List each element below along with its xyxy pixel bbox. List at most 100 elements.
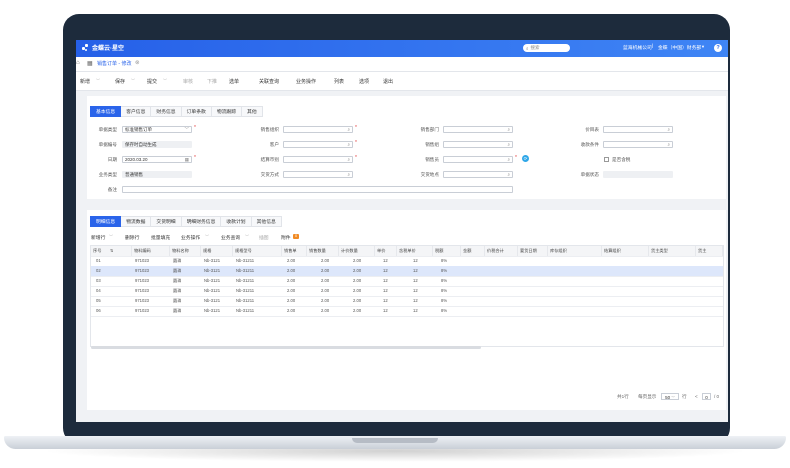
table-cell[interactable]: 8% (441, 286, 447, 296)
table-cell[interactable]: 8% (441, 306, 447, 316)
chevron-down-icon[interactable]: ▼ (701, 44, 705, 49)
col-owner-type[interactable]: 货主类型 (649, 246, 696, 256)
col-sale-unit[interactable]: 销售单 (282, 246, 307, 256)
add-row-button[interactable]: 新增行 (91, 234, 105, 241)
page-number-input[interactable]: 0 (702, 393, 711, 400)
table-cell[interactable]: 2.00 (287, 296, 295, 306)
col-material-code[interactable]: 物料编码 (132, 246, 170, 256)
close-icon[interactable]: ⊗ (135, 60, 140, 66)
table-cell[interactable]: 971023 (135, 296, 149, 306)
table-cell[interactable]: Nb-31211 (236, 296, 254, 306)
col-price-qty[interactable]: 计价数量 (339, 246, 375, 256)
remark-field[interactable] (122, 186, 513, 193)
toolbar-select-button[interactable]: 选单 (229, 78, 239, 85)
prev-page-icon[interactable]: < (695, 394, 698, 399)
col-material-name[interactable]: 物料名称 (170, 246, 201, 256)
table-cell[interactable]: 06 (96, 306, 101, 316)
delivery-place-field[interactable]: ⌕ (443, 171, 513, 178)
table-cell[interactable]: 12 (383, 256, 388, 266)
table-cell[interactable]: 2.00 (287, 266, 295, 276)
col-spec[interactable]: 规格 (201, 246, 233, 256)
chevron-down-icon[interactable]: ﹀ (245, 234, 249, 240)
price-list-field[interactable]: ⌕ (603, 126, 673, 133)
table-cell[interactable]: 12 (383, 286, 388, 296)
table-cell[interactable]: 2.00 (287, 286, 295, 296)
table-cell[interactable]: 2.00 (353, 276, 361, 286)
tab-collect-plan[interactable]: 收款计划 (221, 216, 252, 227)
table-cell[interactable]: 12 (383, 266, 388, 276)
tax-incl-checkbox[interactable] (604, 157, 609, 162)
toolbar-related-query-button[interactable]: 关联查询 (259, 78, 279, 85)
grid-menu-icon[interactable]: ▦ (87, 60, 93, 67)
table-cell[interactable]: 2.00 (353, 266, 361, 276)
toolbar-save-button[interactable]: 保存 (115, 78, 125, 85)
table-cell[interactable]: 2.00 (321, 256, 329, 266)
tab-logistics-data[interactable]: 物流数据 (121, 216, 152, 227)
batch-fill-button[interactable]: 批量填充 (151, 234, 170, 241)
salesman-field[interactable]: ⌕ (443, 156, 513, 163)
chevron-down-icon[interactable]: ﹀ (163, 78, 167, 84)
table-cell[interactable]: Nb-31211 (236, 266, 254, 276)
tab-line-info[interactable]: 明细信息 (90, 216, 122, 227)
table-cell[interactable]: 圆珠 (173, 306, 181, 316)
table-cell[interactable]: 2.00 (321, 266, 329, 276)
table-cell[interactable]: 971023 (135, 306, 149, 316)
tab-delivery-detail[interactable]: 交货明细 (151, 216, 182, 227)
global-search[interactable]: ⌕ 搜索 (523, 44, 570, 52)
table-cell[interactable]: 8% (441, 296, 447, 306)
tab-other-info[interactable]: 其他信息 (251, 216, 282, 227)
customer-field[interactable]: ⌕ (283, 141, 353, 148)
date-field[interactable]: 2020.03.20 ▦ (122, 156, 192, 163)
company-name[interactable]: 蓝海机械公司 (623, 44, 652, 51)
table-cell[interactable]: 12 (413, 306, 418, 316)
col-model[interactable]: 规格型号 (233, 246, 282, 256)
chevron-down-icon[interactable]: ﹀ (96, 78, 100, 84)
table-cell[interactable]: 圆珠 (173, 276, 181, 286)
table-cell[interactable]: Nb-3121 (204, 256, 220, 266)
table-cell[interactable]: 05 (96, 296, 101, 306)
table-cell[interactable]: 12 (413, 276, 418, 286)
table-cell[interactable]: Nb-31211 (236, 286, 254, 296)
table-cell[interactable]: 圆珠 (173, 256, 181, 266)
table-cell[interactable]: 12 (413, 266, 418, 276)
toolbar-business-ops-button[interactable]: 业务操作 (296, 78, 316, 85)
tab-customer-info[interactable]: 客户信息 (121, 106, 152, 117)
org-name[interactable]: 金蝶（中国）财务部 (658, 44, 701, 51)
tab-finance-info[interactable]: 财务信息 (151, 106, 182, 117)
table-cell[interactable]: 2.00 (321, 296, 329, 306)
table-cell[interactable]: 2.00 (353, 306, 361, 316)
doc-no-field[interactable]: 保存时自动生成 (122, 141, 192, 148)
biz-type-field[interactable]: 普通销售 (122, 171, 192, 178)
table-cell[interactable]: Nb-3121 (204, 296, 220, 306)
chevron-down-icon[interactable]: ﹀ (109, 234, 113, 240)
sync-icon[interactable]: ⟳ (522, 155, 529, 162)
toolbar-options-button[interactable]: 选项 (359, 78, 369, 85)
tab-line-finance[interactable]: 明细财务信息 (181, 216, 222, 227)
table-cell[interactable]: 12 (383, 276, 388, 286)
table-cell[interactable]: 12 (413, 296, 418, 306)
table-cell[interactable]: 8% (441, 256, 447, 266)
table-cell[interactable]: 02 (96, 266, 101, 276)
table-cell[interactable]: Nb-3121 (204, 306, 220, 316)
chevron-down-icon[interactable]: ﹀ (131, 78, 135, 84)
table-cell[interactable]: 2.00 (287, 256, 295, 266)
col-tax-price[interactable]: 含税单价 (397, 246, 433, 256)
tab-sales-order-edit[interactable]: 销售订单 - 修改 (97, 60, 131, 67)
table-cell[interactable]: 2.00 (287, 306, 295, 316)
app-logo[interactable]: 金蝶云·星空 (82, 43, 124, 52)
col-total[interactable]: 价税合计 (485, 246, 518, 256)
tab-logistics[interactable]: 物流跟踪 (211, 106, 243, 117)
toolbar-push-button[interactable]: 下推 (207, 78, 217, 85)
table-cell[interactable]: Nb-31211 (236, 276, 254, 286)
col-need-date[interactable]: 要货日期 (518, 246, 548, 256)
table-cell[interactable]: 2.00 (321, 286, 329, 296)
table-cell[interactable]: 12 (383, 296, 388, 306)
tab-other[interactable]: 其他 (242, 106, 263, 117)
doc-type-select[interactable]: 标准销售订单 ﹀ (122, 126, 192, 133)
help-icon[interactable]: ? (714, 44, 722, 52)
table-cell[interactable]: 971023 (135, 266, 149, 276)
table-cell[interactable]: 01 (96, 256, 101, 266)
table-cell[interactable]: 2.00 (353, 286, 361, 296)
toolbar-new-button[interactable]: 新增 (80, 78, 90, 85)
settle-currency-field[interactable]: ⌕ (283, 156, 353, 163)
